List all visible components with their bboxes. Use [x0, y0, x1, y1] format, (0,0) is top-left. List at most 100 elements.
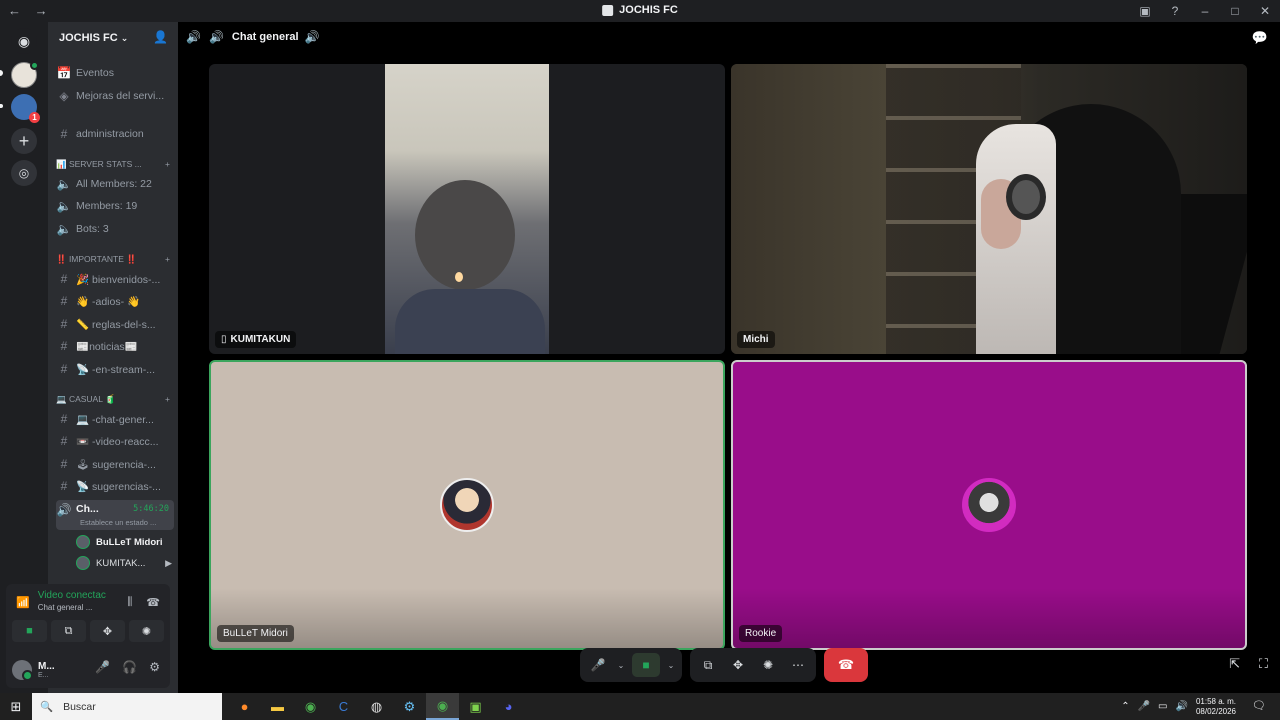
- avatar: [76, 535, 90, 549]
- user-name[interactable]: M...: [38, 661, 55, 672]
- channel-sugerencias[interactable]: # 📡 sugerencias-...: [56, 476, 174, 496]
- screen-share-button[interactable]: ⧉: [51, 620, 86, 642]
- chat-app-icon[interactable]: ▣: [459, 693, 492, 720]
- chat-bubble-icon[interactable]: 💬: [1252, 30, 1268, 46]
- activities-icon[interactable]: ✥: [726, 653, 750, 677]
- channel-noticias[interactable]: # 📰noticias📰: [56, 336, 174, 356]
- windows-start-icon[interactable]: ⊞: [0, 699, 32, 715]
- channel-en-stream[interactable]: # 📡 -en-stream-...: [56, 359, 174, 379]
- mention-badge: 1: [29, 112, 40, 123]
- channel-administracion[interactable]: # administracion: [56, 124, 174, 144]
- user-status: E...: [38, 672, 49, 679]
- clock-date: 08/02/2026: [1195, 706, 1236, 716]
- video-tile-bullet-midori[interactable]: BuLLeT Midori: [209, 360, 725, 650]
- fullscreen-icon[interactable]: ⛶: [1259, 656, 1268, 672]
- discord-home-icon[interactable]: ◉: [11, 28, 37, 54]
- add-person-icon[interactable]: 👤: [153, 30, 168, 44]
- voice-status[interactable]: Establece un estado ...: [80, 518, 156, 527]
- chrome-icon[interactable]: ◉: [294, 693, 327, 720]
- minimize-button[interactable]: –: [1190, 0, 1220, 22]
- clock[interactable]: 01:58 a. m. 08/02/2026: [1196, 697, 1236, 717]
- file-explorer-icon[interactable]: ▬: [261, 693, 294, 720]
- category-server-stats[interactable]: 📊 SERVER STATS ... +: [56, 159, 170, 170]
- firefox-icon[interactable]: ●: [228, 693, 261, 720]
- gear-icon[interactable]: ⚙: [149, 660, 160, 674]
- camera-button[interactable]: ■: [12, 620, 47, 642]
- microphone-icon[interactable]: 🎤: [586, 653, 610, 677]
- speaker-icon: 🔊: [208, 30, 224, 44]
- speaker-icon: 🔊: [56, 503, 72, 517]
- noise-suppression-icon[interactable]: ⫼: [127, 596, 132, 609]
- chevron-down-icon[interactable]: ⌄: [616, 653, 626, 677]
- soundboard-button[interactable]: ✺: [129, 620, 164, 642]
- maximize-button[interactable]: □: [1220, 0, 1250, 22]
- network-icon[interactable]: ▭: [1158, 701, 1167, 712]
- person-head: [415, 180, 515, 290]
- channel-label: 📡 sugerencias-...: [76, 480, 161, 493]
- activities-button[interactable]: ✥: [90, 620, 125, 642]
- channel-reglas[interactable]: # 📏 reglas-del-s...: [56, 314, 174, 334]
- voice-channel-active[interactable]: 🔊 Ch... 5:46:20 Establece un estado ...: [56, 500, 174, 530]
- server-jochis-fc[interactable]: [11, 61, 39, 88]
- channel-eventos[interactable]: 📅 Eventos: [56, 63, 174, 83]
- ccleaner-icon[interactable]: C: [327, 693, 360, 720]
- pop-out-icon[interactable]: ⇱: [1229, 656, 1240, 672]
- category-casual[interactable]: 💻 CASUAL 🧃 +: [56, 394, 170, 405]
- inbox-icon[interactable]: ▣: [1130, 0, 1160, 22]
- obs-icon[interactable]: ◍: [360, 693, 393, 720]
- channel-adios[interactable]: # 👋 -adios- 👋: [56, 291, 174, 311]
- add-channel-icon[interactable]: +: [165, 159, 170, 170]
- hash-icon: #: [60, 457, 68, 471]
- steam-icon[interactable]: ⚙: [393, 693, 426, 720]
- end-call-button[interactable]: ☎: [824, 648, 868, 682]
- add-server-icon[interactable]: +: [11, 128, 37, 154]
- camera-icon[interactable]: ■: [632, 653, 660, 677]
- discord-icon[interactable]: ◕: [492, 693, 525, 720]
- mobile-phone-icon: ▯: [221, 334, 227, 345]
- guild-header[interactable]: JOCHIS FC ⌄ 👤: [48, 22, 178, 54]
- hash-icon: #: [60, 272, 68, 286]
- add-channel-icon[interactable]: +: [165, 254, 170, 265]
- disconnect-icon[interactable]: ☎: [146, 596, 160, 609]
- microphone-icon[interactable]: 🎤: [95, 660, 110, 674]
- channel-members[interactable]: 🔈 Members: 19: [56, 196, 174, 216]
- chrome-icon[interactable]: ◉: [426, 693, 459, 720]
- voice-connected-subtitle[interactable]: Chat general ...: [38, 603, 106, 612]
- soundboard-icon[interactable]: ✺: [756, 653, 780, 677]
- video-tile-rookie[interactable]: Rookie: [731, 360, 1247, 650]
- category-label: ‼️ IMPORTANTE ‼️: [56, 254, 137, 264]
- screen-share-icon[interactable]: ⧉: [696, 653, 720, 677]
- voice-user[interactable]: BuLLeT Midori: [76, 532, 172, 552]
- channel-all-members[interactable]: 🔈 All Members: 22: [56, 174, 174, 194]
- volume-icon[interactable]: 🔊: [1176, 701, 1188, 712]
- microphone-icon[interactable]: 🎤: [1138, 701, 1150, 712]
- taskbar-apps: ● ▬ ◉ C ◍ ⚙ ◉ ▣ ◕: [228, 693, 525, 720]
- channel-label: 🕹 sugerencia-...: [76, 458, 156, 471]
- chevron-up-icon[interactable]: ⌃: [1121, 701, 1129, 712]
- more-options-icon[interactable]: ⋯: [786, 653, 810, 677]
- category-importante[interactable]: ‼️ IMPORTANTE ‼️ +: [56, 254, 170, 265]
- explore-icon[interactable]: ◎: [11, 160, 37, 186]
- back-arrow-icon[interactable]: ←: [8, 3, 21, 18]
- headphones-icon[interactable]: 🎧: [122, 660, 137, 674]
- channel-mejoras[interactable]: ◈ Mejoras del servi...: [56, 86, 174, 106]
- chevron-down-icon[interactable]: ⌄: [666, 653, 676, 677]
- video-tile-michi[interactable]: Michi: [731, 64, 1247, 354]
- channel-chat-general[interactable]: # 💻 -chat-gener...: [56, 409, 174, 429]
- channel-bots[interactable]: 🔈 Bots: 3: [56, 219, 174, 239]
- channel-video-reacc[interactable]: # 📼 -video-reacc...: [56, 431, 174, 451]
- video-tile-kumitakun[interactable]: ▯ KUMITAKUN: [209, 64, 725, 354]
- voice-user[interactable]: KUMITAK... ▶: [76, 553, 172, 573]
- channel-sugerencia[interactable]: # 🕹 sugerencia-...: [56, 454, 174, 474]
- server-other[interactable]: 1: [11, 94, 40, 123]
- channel-bienvenidos[interactable]: # 🎉 bienvenidos-...: [56, 269, 174, 289]
- help-icon[interactable]: ?: [1160, 0, 1190, 22]
- add-channel-icon[interactable]: +: [165, 394, 170, 405]
- avatar[interactable]: [12, 660, 33, 681]
- voice-connected-title[interactable]: Video conectac: [38, 590, 106, 601]
- close-button[interactable]: ✕: [1250, 0, 1280, 22]
- window-title-text: JOCHIS FC: [619, 4, 678, 16]
- taskbar-search[interactable]: 🔍 Buscar: [32, 693, 222, 720]
- notification-icon[interactable]: 🗨: [1252, 699, 1266, 712]
- forward-arrow-icon[interactable]: →: [35, 3, 48, 18]
